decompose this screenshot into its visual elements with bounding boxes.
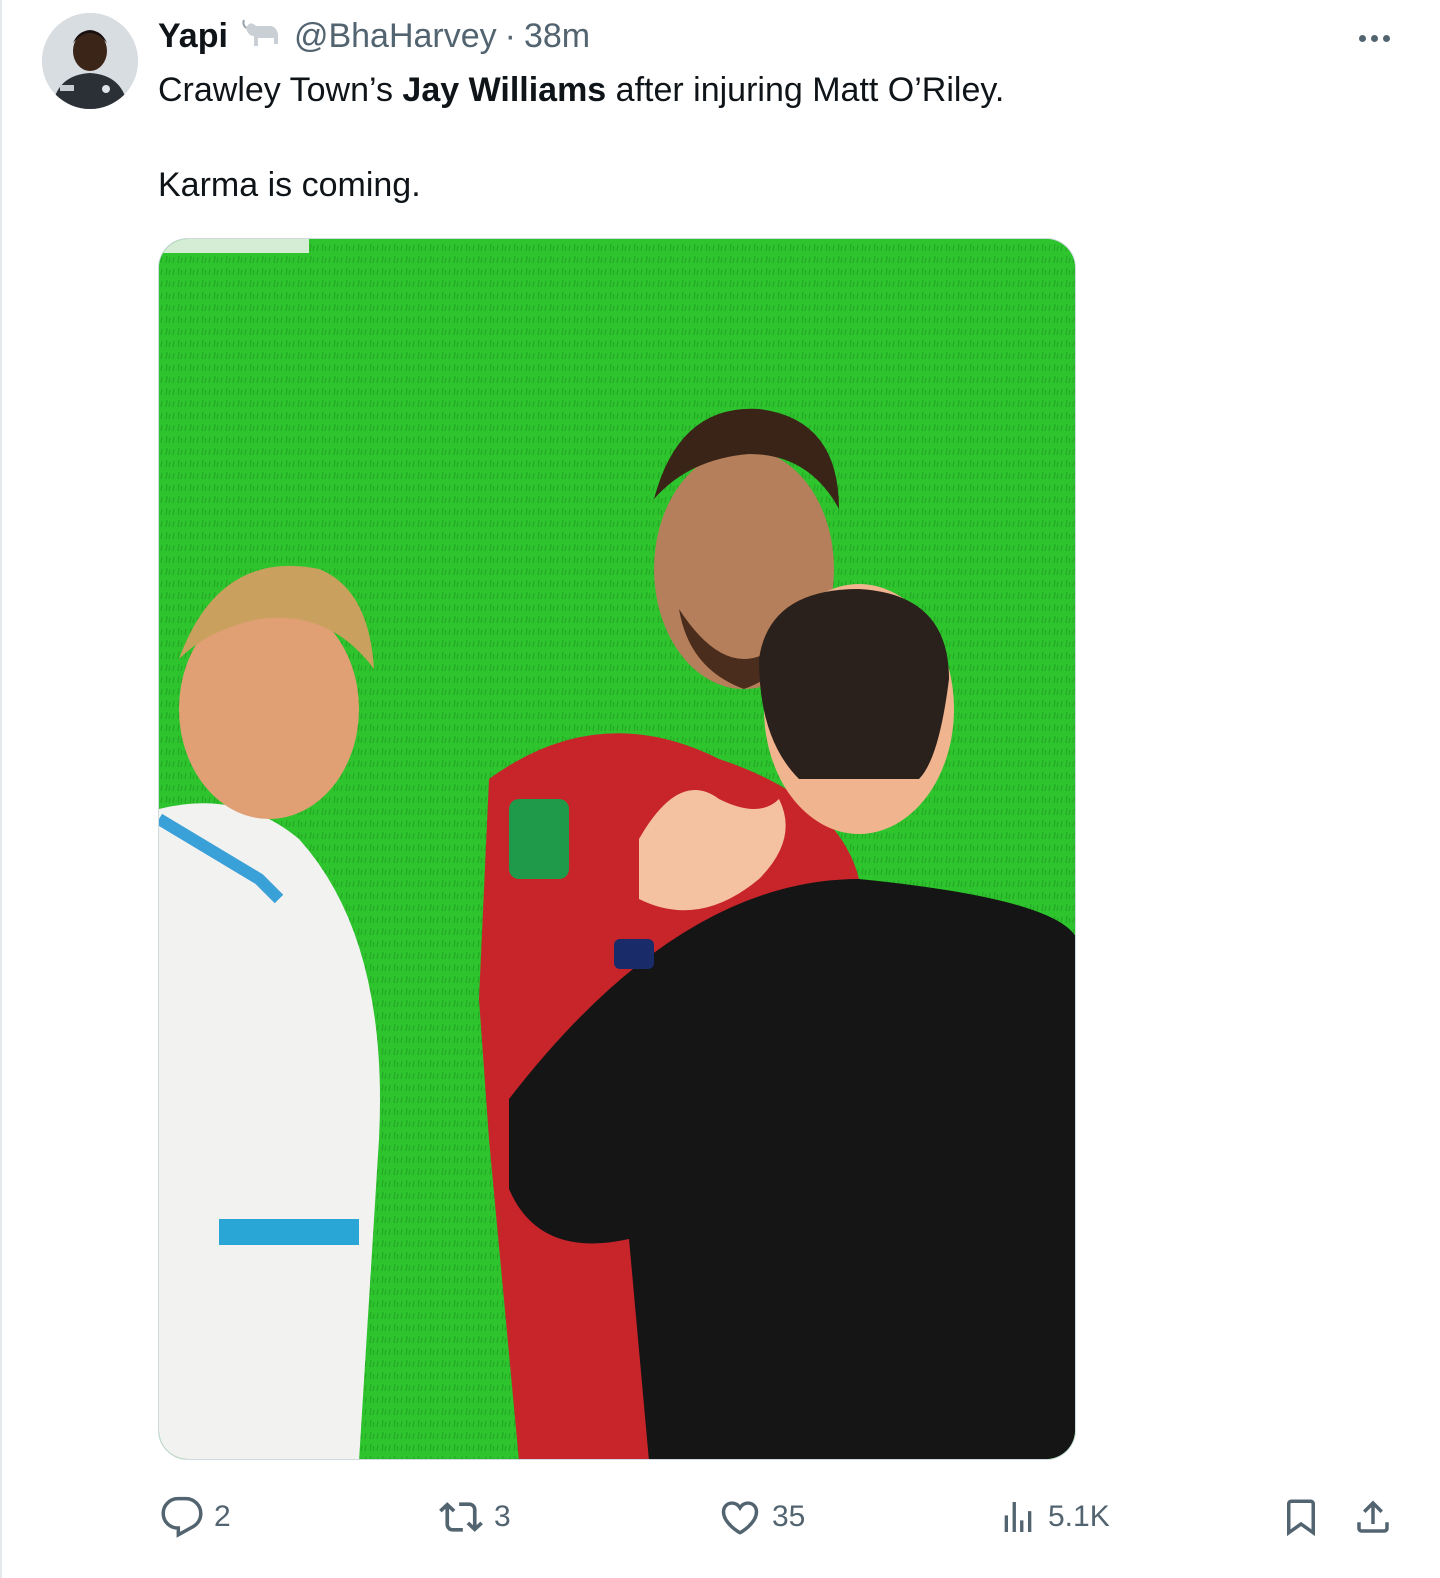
bookmark-icon bbox=[1287, 1499, 1315, 1537]
tweet-text-line-1: Crawley Town’s Jay Williams after injuri… bbox=[158, 68, 1004, 112]
views-button[interactable]: 5.1K bbox=[998, 1492, 1110, 1542]
repost-icon bbox=[439, 1502, 483, 1532]
share-icon bbox=[1357, 1500, 1389, 1533]
reply-button[interactable]: 2 bbox=[160, 1492, 231, 1542]
display-name[interactable]: Yapi bbox=[158, 17, 228, 56]
repost-button[interactable]: 3 bbox=[438, 1492, 511, 1542]
tweet-card: Yapi @BhaHarvey · 38m Crawley Town’s Jay… bbox=[0, 0, 1440, 1578]
repost-count: 3 bbox=[494, 1500, 511, 1533]
tweet-media-photo[interactable] bbox=[158, 238, 1076, 1460]
timestamp[interactable]: 38m bbox=[524, 17, 590, 56]
share-button[interactable] bbox=[1352, 1492, 1394, 1542]
tweet-text-part: Crawley Town’s bbox=[158, 71, 403, 109]
tweet-text-line-2: Karma is coming. bbox=[158, 166, 421, 204]
avatar[interactable] bbox=[42, 13, 138, 109]
views-icon bbox=[1004, 1502, 1032, 1532]
reply-count: 2 bbox=[214, 1500, 231, 1533]
action-bar: 2 3 35 5.1K bbox=[2, 1492, 1440, 1542]
like-icon bbox=[721, 1501, 759, 1535]
tweet-header: Yapi @BhaHarvey · 38m bbox=[158, 14, 590, 58]
avatar-image bbox=[42, 13, 138, 109]
more-icon[interactable] bbox=[1352, 20, 1396, 56]
reply-icon bbox=[161, 1496, 203, 1538]
author-handle[interactable]: @BhaHarvey bbox=[294, 17, 497, 56]
bookmark-button[interactable] bbox=[1280, 1492, 1322, 1542]
views-count: 5.1K bbox=[1048, 1500, 1110, 1533]
goat-icon bbox=[240, 16, 284, 56]
tweet-text-part: after injuring Matt O’Riley. bbox=[606, 71, 1005, 109]
like-count: 35 bbox=[772, 1500, 806, 1533]
like-button[interactable]: 35 bbox=[718, 1492, 805, 1542]
tweet-text-bold: Jay Williams bbox=[402, 71, 607, 109]
separator-dot: · bbox=[504, 16, 516, 55]
photo-illustration bbox=[159, 239, 1075, 1459]
